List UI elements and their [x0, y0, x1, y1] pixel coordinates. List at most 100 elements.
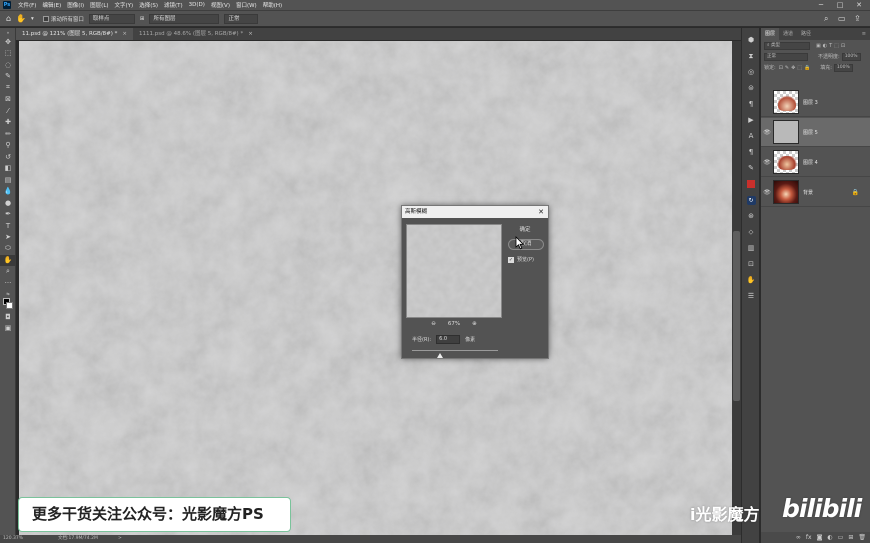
zoom-out-icon[interactable]: ⊖ [431, 321, 436, 327]
close-tab-icon[interactable]: × [248, 28, 253, 40]
history-panel-icon[interactable]: ⧗ [742, 48, 760, 64]
character-panel-icon[interactable]: A [742, 128, 760, 144]
eyedropper-tool-icon[interactable]: ⁄ [0, 105, 16, 117]
quick-mask-icon[interactable]: ◘ [0, 311, 16, 323]
tab-layers[interactable]: 图层 [761, 28, 780, 40]
new-group-icon[interactable]: ▭ [838, 534, 844, 541]
close-tab-icon[interactable]: × [122, 28, 127, 40]
dropdown-chevron-icon[interactable]: ▾ [31, 16, 34, 22]
type-tool-icon[interactable]: T [0, 220, 16, 232]
quick-select-tool-icon[interactable]: ✎ [0, 71, 16, 83]
more-tools-icon[interactable]: ··· [0, 278, 16, 290]
dialog-title-bar[interactable]: 高斯模糊 ✕ [402, 206, 548, 218]
checkmark-icon[interactable]: ✓ [508, 256, 514, 263]
clone-stamp-tool-icon[interactable]: ⚲ [0, 140, 16, 152]
workspace-icon[interactable]: ▭ [838, 14, 846, 23]
blend-select[interactable]: 正常 [224, 13, 259, 24]
zoom-tool-icon[interactable]: ⌕ [0, 266, 16, 278]
canvas-vertical-scrollbar[interactable] [732, 41, 741, 535]
maximize-icon[interactable]: □ [833, 0, 847, 10]
channels-panel-icon[interactable]: ⊛ [742, 208, 760, 224]
history-brush-tool-icon[interactable]: ↺ [0, 151, 16, 163]
eye-icon[interactable]: 👁 [761, 159, 773, 166]
menu-file[interactable]: 文件(F) [15, 1, 39, 9]
layers-mode-select[interactable]: 所有图层 [149, 13, 220, 24]
minimize-icon[interactable]: ─ [814, 0, 828, 10]
preview-checkbox[interactable]: ✓ 预览(P) [508, 256, 534, 263]
menu-filter[interactable]: 滤镜(T) [161, 1, 186, 9]
swatches-panel-icon[interactable] [742, 176, 760, 192]
hand-panel-icon[interactable]: ✋ [742, 272, 760, 288]
timeline-panel-icon[interactable]: ☰ [742, 288, 760, 304]
cancel-button[interactable]: 取消 [508, 239, 544, 250]
menu-type[interactable]: 文字(Y) [112, 1, 137, 9]
plugin-panel-icon[interactable]: ↻ [742, 192, 760, 208]
shape-tool-icon[interactable]: ⬭ [0, 243, 16, 255]
fill-input[interactable]: 100% [833, 63, 853, 72]
opacity-input[interactable]: 100% [841, 52, 861, 61]
healing-brush-tool-icon[interactable]: ✚ [0, 117, 16, 129]
search-icon[interactable]: ⌕ [824, 14, 828, 24]
tab-paths[interactable]: 路径 [797, 28, 815, 40]
toolbar-collapse-icon[interactable]: » [0, 28, 16, 36]
marquee-tool-icon[interactable]: ⬚ [0, 48, 16, 60]
adjustments-panel-icon[interactable]: ◎ [742, 64, 760, 80]
brush-settings-icon[interactable]: ✎ [742, 160, 760, 176]
gradients-panel-icon[interactable]: ▥ [742, 240, 760, 256]
radius-slider-track[interactable] [412, 350, 498, 351]
scroll-all-checkbox[interactable] [42, 15, 49, 22]
add-mask-icon[interactable]: ◙ [817, 534, 823, 541]
adjustment-layer-icon[interactable]: ◐ [827, 534, 832, 541]
document-canvas[interactable] [19, 41, 732, 535]
menu-layer[interactable]: 图层(L) [87, 1, 111, 9]
layer-style-icon[interactable]: fx [806, 534, 812, 541]
eye-icon[interactable]: 👁 [761, 129, 773, 136]
tab-channels[interactable]: 通道 [779, 28, 797, 40]
layer-row-background[interactable]: 👁 背景 🔒 [761, 178, 870, 207]
new-layer-icon[interactable]: ⊞ [848, 534, 853, 541]
layer-row-4[interactable]: 👁 图层 4 [761, 148, 870, 177]
paragraph-style-icon[interactable]: ¶ [742, 144, 760, 160]
actions-panel-icon[interactable]: ▶ [742, 112, 760, 128]
gradient-tool-icon[interactable]: ▤ [0, 174, 16, 186]
pen-tool-icon[interactable]: ✒ [0, 209, 16, 221]
sample-size-select[interactable]: 取样点 [88, 13, 135, 24]
color-swatches[interactable] [0, 297, 16, 311]
menu-window[interactable]: 窗口(W) [233, 1, 260, 9]
menu-view[interactable]: 视图(V) [208, 1, 233, 9]
blur-preview[interactable] [406, 224, 502, 318]
hand-tool-icon[interactable]: ✋ [16, 14, 26, 23]
eraser-tool-icon[interactable]: ◧ [0, 163, 16, 175]
filter-type-icons[interactable]: ▣◐T⬚⊡ [816, 43, 847, 49]
delete-layer-icon[interactable]: 🗑 [858, 534, 866, 541]
scrollbar-thumb[interactable] [733, 231, 740, 401]
dodge-tool-icon[interactable]: ● [0, 197, 16, 209]
radius-slider-thumb[interactable] [437, 353, 444, 358]
move-tool-icon[interactable]: ✥ [0, 36, 16, 48]
screen-mode-icon[interactable]: ▣ [0, 323, 16, 335]
layer-row-5[interactable]: 👁 图层 5 [761, 118, 870, 147]
crop-tool-icon[interactable]: ⌗ [0, 82, 16, 94]
path-select-tool-icon[interactable]: ➤ [0, 232, 16, 244]
menu-help[interactable]: 帮助(H) [260, 1, 285, 9]
properties-panel-icon[interactable]: ⊜ [742, 80, 760, 96]
background-color-swatch[interactable] [6, 302, 13, 309]
swap-colors-icon[interactable]: ⇆ [0, 289, 16, 297]
paths-panel-icon[interactable]: ⬦ [742, 224, 760, 240]
tab-document-1[interactable]: 11.psd @ 121% (图层 5, RGB/8#) * × [16, 28, 134, 40]
link-layers-icon[interactable]: ∞ [796, 534, 801, 541]
lock-option-icons[interactable]: ⊡✎✥⬚🔒 [779, 65, 813, 71]
menu-edit[interactable]: 编辑(E) [39, 1, 64, 9]
layer-row-3[interactable]: 图层 3 [761, 88, 870, 117]
home-icon[interactable]: ⌂ [6, 14, 11, 23]
tab-document-2[interactable]: 1111.psd @ 48.6% (图层 5, RGB/8#) * × [133, 28, 259, 40]
patterns-panel-icon[interactable]: ⊡ [742, 256, 760, 272]
close-window-icon[interactable]: ✕ [852, 0, 866, 10]
menu-3d[interactable]: 3D(D) [186, 2, 208, 8]
blend-mode-select[interactable]: 正常 [764, 52, 808, 61]
share-icon[interactable]: ⇪ [854, 14, 861, 23]
scroll-all-windows-option[interactable]: 滚动所有窗口 [42, 15, 84, 23]
3d-panel-icon[interactable]: ⬢ [742, 32, 760, 48]
layer-kind-filter[interactable]: ⌕ 类型 [764, 41, 810, 50]
brush-tool-icon[interactable]: ✏ [0, 128, 16, 140]
